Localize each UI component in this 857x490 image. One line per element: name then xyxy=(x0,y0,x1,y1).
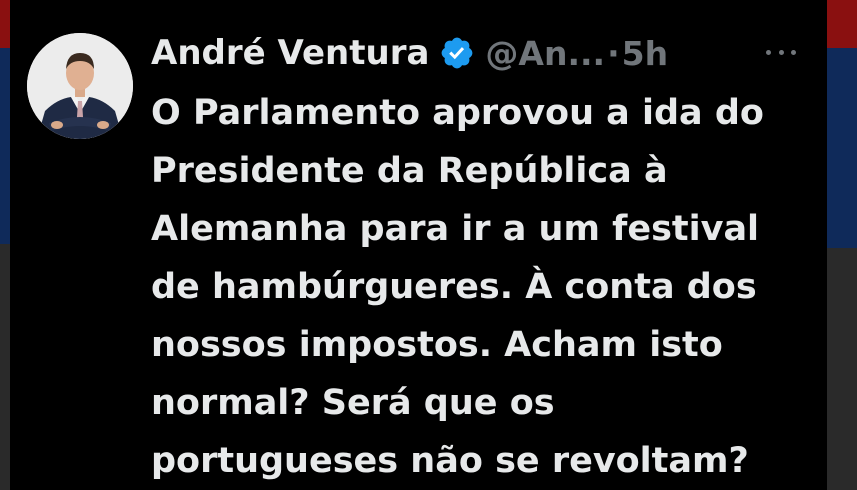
tweet-text-line: de hambúrgueres. À conta dos xyxy=(151,267,757,307)
background-edge-blue xyxy=(0,48,10,244)
verified-badge-icon xyxy=(439,35,475,71)
background-edge-red-right xyxy=(827,0,857,48)
tweet-header: André Ventura @An... · 5h xyxy=(151,30,668,76)
background-edge-gray xyxy=(0,244,10,490)
tweet-text: O Parlamento aprovou a ida do Presidente… xyxy=(151,84,811,490)
tweet-card[interactable]: André Ventura @An... · 5h O Parlamento a… xyxy=(10,0,818,490)
more-dot xyxy=(791,49,796,55)
screenshot-frame: André Ventura @An... · 5h O Parlamento a… xyxy=(0,0,857,490)
tweet-text-line: O Parlamento aprovou a ida do xyxy=(151,93,764,133)
tweet-text-line: nossos impostos. Acham isto xyxy=(151,325,723,365)
background-edge-blue-right xyxy=(827,48,857,248)
background-edge-gray-right xyxy=(827,248,857,490)
tweet-text-line: Alemanha para ir a um festival xyxy=(151,209,760,249)
more-dot xyxy=(766,49,771,55)
tweet-text-line: normal? Será que os xyxy=(151,383,555,423)
more-options-icon[interactable] xyxy=(766,46,796,58)
author-name[interactable]: André Ventura xyxy=(151,33,429,73)
tweet-timestamp[interactable]: 5h xyxy=(622,34,668,73)
tweet-text-line: portugueses não se revoltam? xyxy=(151,441,749,481)
avatar-photo-icon xyxy=(27,33,133,139)
tweet-text-line: Presidente da República à xyxy=(151,151,668,191)
background-edge-red xyxy=(0,0,10,48)
author-handle[interactable]: @An... xyxy=(485,34,605,73)
avatar[interactable] xyxy=(27,33,133,139)
more-dot xyxy=(778,49,784,55)
header-separator: · xyxy=(607,33,620,73)
